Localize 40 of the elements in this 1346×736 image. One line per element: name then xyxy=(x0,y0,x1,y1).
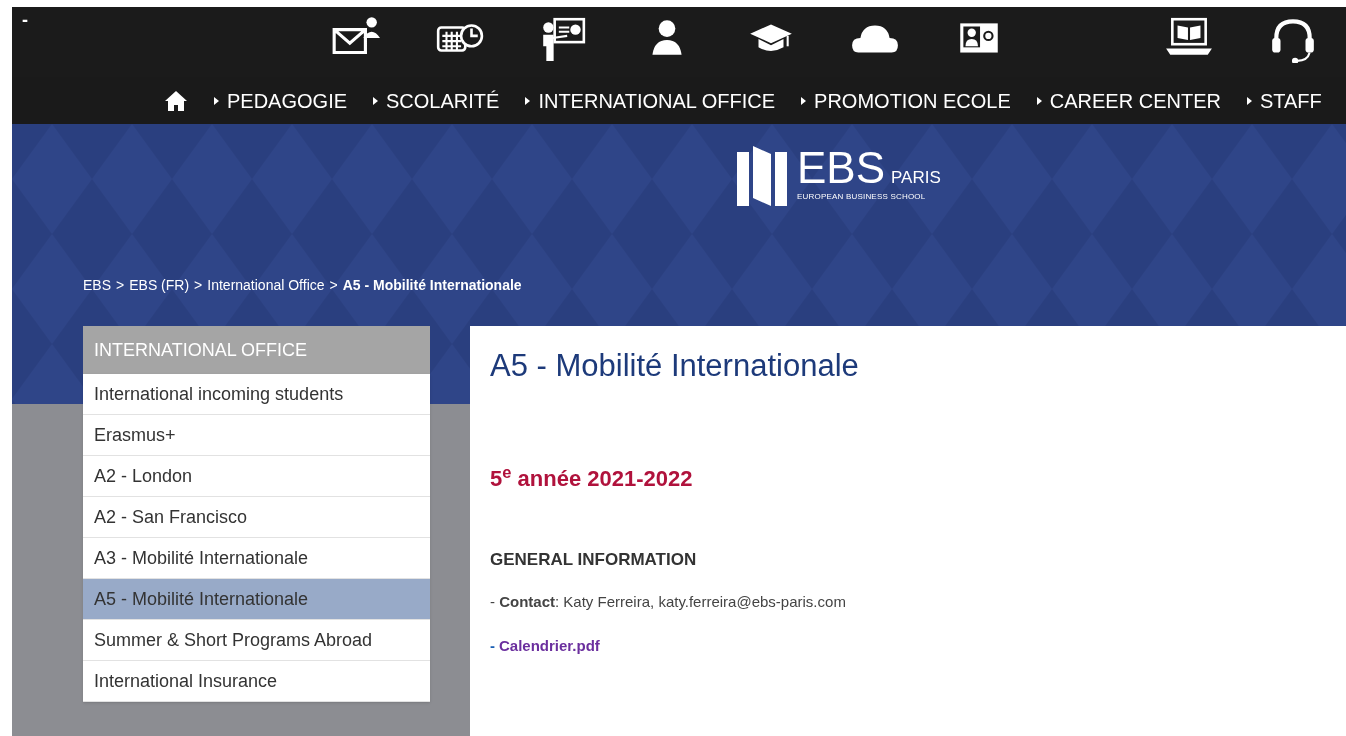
sidebar-item[interactable]: A2 - London xyxy=(83,456,430,497)
caret-icon xyxy=(1246,96,1252,105)
page-title: A5 - Mobilité Internationale xyxy=(490,347,859,385)
breadcrumb-separator: > xyxy=(116,276,125,295)
breadcrumb-link[interactable]: EBS (FR) xyxy=(129,275,190,296)
nav-link[interactable]: PEDAGOGIE xyxy=(227,85,348,116)
logo-city: PARIS xyxy=(891,168,941,188)
logo-tagline: EUROPEAN BUSINESS SCHOOL xyxy=(797,192,927,202)
caret-icon xyxy=(801,96,807,105)
breadcrumb-link[interactable]: International Office xyxy=(207,275,325,296)
menu-toggle[interactable]: - xyxy=(22,9,28,31)
logo-name: EBS xyxy=(797,146,886,190)
sidebar-item[interactable]: International Insurance xyxy=(83,661,430,702)
pdf-link[interactable]: - Calendrier.pdf xyxy=(490,635,600,658)
caret-icon xyxy=(214,96,219,105)
logo[interactable]: EBS PARIS EUROPEAN BUSINESS SCHOOL xyxy=(737,146,1346,208)
sidebar-title: INTERNATIONAL OFFICE xyxy=(83,326,430,374)
sidebar-item[interactable]: A2 - San Francisco xyxy=(83,497,430,538)
caret-icon xyxy=(525,96,531,105)
sidebar-item[interactable]: A5 - Mobilité Internationale xyxy=(83,579,430,620)
breadcrumb-link[interactable]: EBS xyxy=(83,275,111,296)
year-heading: 5$^{e}$ année 2021-2022 xyxy=(490,462,693,493)
section-heading: GENERAL INFORMATION xyxy=(490,549,697,571)
nav-link[interactable]: CAREER CENTER xyxy=(1049,85,1221,116)
sidebar-item[interactable]: Summer & Short Programs Abroad xyxy=(83,620,430,661)
home-icon[interactable] xyxy=(164,89,188,112)
breadcrumb-current: A5 - Mobilité Internationale xyxy=(342,276,522,295)
sidebar-item[interactable]: Erasmus+ xyxy=(83,415,430,456)
nav-link[interactable]: SCOLARITÉ xyxy=(386,85,500,116)
nav-link[interactable]: STAFF xyxy=(1259,85,1322,116)
breadcrumb-separator: > xyxy=(329,276,338,295)
caret-icon xyxy=(1036,96,1042,105)
book-icon xyxy=(737,146,787,206)
sidebar-item[interactable]: A3 - Mobilité Internationale xyxy=(83,538,430,579)
breadcrumb-separator: > xyxy=(194,276,203,295)
contact-line: - Contact: Katy Ferreira, katy.ferreira@ebs-paris.com xyxy=(490,591,846,612)
sidebar-item[interactable]: International incoming students xyxy=(83,374,430,415)
nav-link[interactable]: PROMOTION ECOLE xyxy=(814,85,1011,116)
nav-link[interactable]: INTERNATIONAL OFFICE xyxy=(538,85,776,116)
caret-icon xyxy=(373,96,379,105)
